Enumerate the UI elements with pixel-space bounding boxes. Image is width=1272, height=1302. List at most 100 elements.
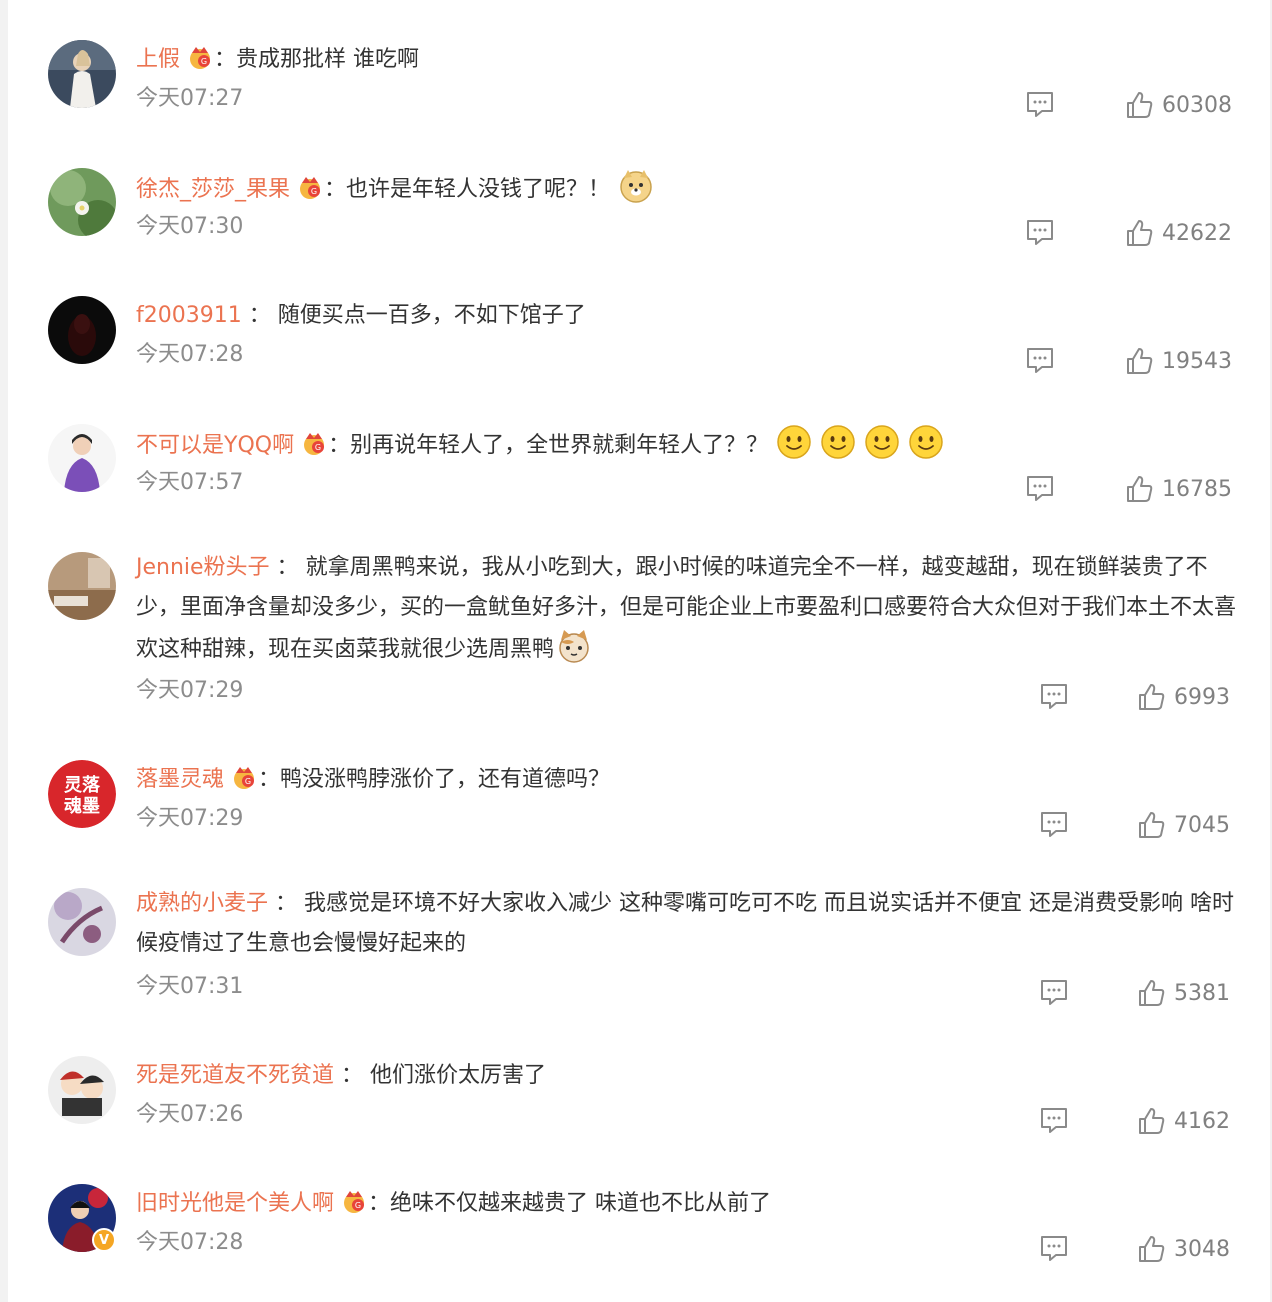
comment-text: 随便买点一百多，不如下馆子了 bbox=[277, 303, 586, 328]
avatar[interactable] bbox=[48, 40, 116, 108]
smile-emoji-icon bbox=[820, 424, 856, 460]
svg-text:G: G bbox=[245, 777, 251, 786]
comment-icon[interactable] bbox=[1039, 810, 1069, 838]
comment-separator: ： bbox=[324, 177, 347, 202]
username-link[interactable]: Jennie粉头子 bbox=[136, 555, 270, 580]
comment-icon[interactable] bbox=[1039, 1234, 1069, 1262]
comment-text: 鸭没涨鸭脖涨价了，还有道德吗？ bbox=[280, 767, 611, 792]
smile-emoji-icon bbox=[776, 424, 812, 460]
comment-list: 上假 G ：贵成那批样 谁吃啊 今天07:27 60308 徐杰_莎莎_果果 G ：也许… bbox=[8, 0, 1270, 1302]
vip-crown-badge-icon: G bbox=[340, 1187, 368, 1215]
username-link[interactable]: 徐杰_莎莎_果果 bbox=[136, 177, 290, 202]
comment-body: 成熟的小麦子 ： 我感觉是环境不好大家收入减少 这种零嘴可吃可不吃 而且说实话并… bbox=[136, 884, 1248, 964]
smile-emoji-icon bbox=[864, 424, 900, 460]
thumbs-up-icon bbox=[1124, 90, 1154, 120]
like-count: 6993 bbox=[1174, 684, 1230, 710]
verified-v-badge-icon: V bbox=[92, 1228, 116, 1252]
comment-time: 今天07:30 bbox=[136, 214, 244, 239]
comment-body: 落墨灵魂 G ：鸭没涨鸭脖涨价了，还有道德吗？ bbox=[136, 760, 1248, 800]
username-link[interactable]: 上假 bbox=[136, 47, 180, 72]
comment-separator: ： bbox=[268, 891, 305, 916]
comment-body: 徐杰_莎莎_果果 G ：也许是年轻人没钱了呢？！ bbox=[136, 168, 1248, 210]
thumbs-up-icon bbox=[1136, 978, 1166, 1008]
comment-icon[interactable] bbox=[1025, 346, 1055, 374]
comment-body: f2003911 ： 随便买点一百多，不如下馆子了 bbox=[136, 296, 1248, 336]
avatar[interactable]: 灵落 魂墨 bbox=[48, 760, 116, 828]
like-count: 16785 bbox=[1162, 476, 1232, 502]
vip-crown-badge-icon: G bbox=[186, 43, 214, 71]
username-link[interactable]: 不可以是YQQ啊 bbox=[136, 433, 294, 458]
comment-time: 今天07:57 bbox=[136, 470, 244, 495]
like-button[interactable]: 42622 bbox=[1124, 216, 1232, 250]
comment-time: 今天07:28 bbox=[136, 1230, 244, 1255]
svg-text:G: G bbox=[311, 187, 317, 196]
like-button[interactable]: 16785 bbox=[1124, 472, 1232, 506]
thumbs-up-icon bbox=[1136, 810, 1166, 840]
svg-text:G: G bbox=[315, 443, 321, 452]
like-count: 4162 bbox=[1174, 1108, 1230, 1134]
smile-emoji-icon bbox=[908, 424, 944, 460]
comment-separator: ： bbox=[214, 47, 237, 72]
like-button[interactable]: 4162 bbox=[1136, 1104, 1230, 1138]
like-count: 42622 bbox=[1162, 220, 1232, 246]
comment-body: 不可以是YQQ啊 G ：别再说年轻人了，全世界就剩年轻人了？？ bbox=[136, 424, 1248, 466]
comment-separator: ： bbox=[269, 555, 306, 580]
comment-text: 别再说年轻人了，全世界就剩年轻人了？？ bbox=[350, 433, 769, 458]
like-button[interactable]: 19543 bbox=[1124, 344, 1232, 378]
thumbs-up-icon bbox=[1124, 346, 1154, 376]
comment-time: 今天07:29 bbox=[136, 678, 244, 703]
vip-crown-badge-icon: G bbox=[230, 763, 258, 791]
svg-text:灵落: 灵落 bbox=[64, 775, 101, 796]
like-button[interactable]: 5381 bbox=[1136, 976, 1230, 1010]
avatar[interactable] bbox=[48, 552, 116, 620]
comment-icon[interactable] bbox=[1039, 1106, 1069, 1134]
comment-time: 今天07:28 bbox=[136, 342, 244, 367]
comment-body: 旧时光他是个美人啊 G ：绝味不仅越来越贵了 味道也不比从前了 bbox=[136, 1184, 1248, 1224]
comment-body: 上假 G ：贵成那批样 谁吃啊 bbox=[136, 40, 1248, 80]
comment-icon[interactable] bbox=[1025, 90, 1055, 118]
comment-separator: ： bbox=[258, 767, 281, 792]
like-count: 3048 bbox=[1174, 1236, 1230, 1262]
svg-text:魂墨: 魂墨 bbox=[64, 795, 100, 817]
like-count: 5381 bbox=[1174, 980, 1230, 1006]
comment-separator: ： bbox=[334, 1063, 371, 1088]
like-count: 60308 bbox=[1162, 92, 1232, 118]
comment-time: 今天07:29 bbox=[136, 806, 244, 831]
vip-crown-badge-icon: G bbox=[300, 429, 328, 457]
comment-separator: ： bbox=[328, 433, 351, 458]
username-link[interactable]: 死是死道友不死贫道 bbox=[136, 1063, 334, 1088]
like-button[interactable]: 3048 bbox=[1136, 1232, 1230, 1266]
like-button[interactable]: 60308 bbox=[1124, 88, 1232, 122]
username-link[interactable]: 落墨灵魂 bbox=[136, 767, 224, 792]
like-button[interactable]: 7045 bbox=[1136, 808, 1230, 842]
avatar[interactable] bbox=[48, 424, 116, 492]
comment-time: 今天07:31 bbox=[136, 974, 244, 999]
comment-separator: ： bbox=[368, 1191, 391, 1216]
thumbs-up-icon bbox=[1124, 218, 1154, 248]
thumbs-up-icon bbox=[1136, 682, 1166, 712]
comment-text: 贵成那批样 谁吃啊 bbox=[236, 47, 420, 72]
avatar[interactable] bbox=[48, 888, 116, 956]
comment-text: 他们涨价太厉害了 bbox=[370, 1063, 547, 1088]
doge-emoji-icon bbox=[618, 168, 654, 204]
comment-time: 今天07:27 bbox=[136, 86, 244, 111]
comment-icon[interactable] bbox=[1039, 682, 1069, 710]
comment-text: 绝味不仅越来越贵了 味道也不比从前了 bbox=[390, 1191, 772, 1216]
avatar[interactable] bbox=[48, 168, 116, 236]
username-link[interactable]: 旧时光他是个美人啊 bbox=[136, 1191, 334, 1216]
like-count: 7045 bbox=[1174, 812, 1230, 838]
username-link[interactable]: 成熟的小麦子 bbox=[136, 891, 268, 916]
comment-body: 死是死道友不死贫道 ： 他们涨价太厉害了 bbox=[136, 1056, 1248, 1096]
comment-time: 今天07:26 bbox=[136, 1102, 244, 1127]
comment-text: 也许是年轻人没钱了呢？！ bbox=[346, 177, 611, 202]
avatar[interactable] bbox=[48, 1056, 116, 1124]
comment-body: Jennie粉头子 ： 就拿周黑鸭来说，我从小吃到大，跟小时候的味道完全不一样，… bbox=[136, 548, 1248, 670]
comment-icon[interactable] bbox=[1039, 978, 1069, 1006]
like-button[interactable]: 6993 bbox=[1136, 680, 1230, 714]
svg-text:G: G bbox=[355, 1201, 361, 1210]
username-link[interactable]: f2003911 bbox=[136, 303, 242, 328]
comment-icon[interactable] bbox=[1025, 474, 1055, 502]
avatar[interactable] bbox=[48, 296, 116, 364]
vip-crown-badge-icon: G bbox=[296, 173, 324, 201]
comment-icon[interactable] bbox=[1025, 218, 1055, 246]
